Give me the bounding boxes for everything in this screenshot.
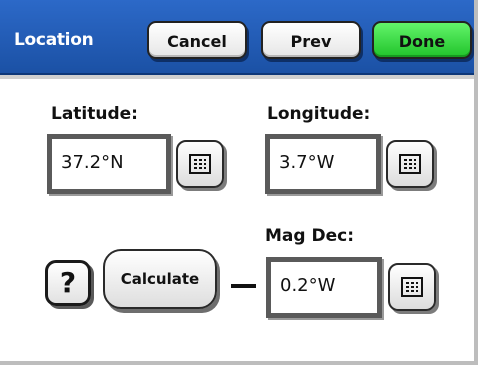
calculate-button[interactable]: Calculate bbox=[103, 249, 217, 309]
latitude-label: Latitude: bbox=[51, 104, 138, 124]
mag-dec-keypad-button[interactable] bbox=[388, 263, 436, 311]
longitude-label: Longitude: bbox=[267, 104, 371, 124]
latitude-keypad-button[interactable] bbox=[176, 140, 224, 188]
latitude-field[interactable]: 37.2°N bbox=[47, 134, 171, 194]
page-title: Location bbox=[14, 30, 94, 50]
location-screen: Location Cancel Prev Done Latitude: 37.2… bbox=[0, 0, 478, 365]
dash-connector bbox=[231, 284, 256, 288]
keypad-icon bbox=[189, 154, 211, 174]
mag-dec-field[interactable]: 0.2°W bbox=[266, 257, 382, 318]
done-button[interactable]: Done bbox=[372, 21, 472, 59]
header: Location Cancel Prev Done bbox=[0, 0, 474, 81]
longitude-keypad-button[interactable] bbox=[386, 140, 434, 188]
help-button[interactable]: ? bbox=[45, 260, 91, 306]
mag-dec-label: Mag Dec: bbox=[265, 226, 354, 246]
longitude-field[interactable]: 3.7°W bbox=[265, 134, 381, 194]
header-separator bbox=[0, 75, 474, 79]
keypad-icon bbox=[401, 277, 423, 297]
cancel-button[interactable]: Cancel bbox=[147, 21, 247, 59]
keypad-icon bbox=[399, 154, 421, 174]
prev-button[interactable]: Prev bbox=[261, 21, 361, 59]
